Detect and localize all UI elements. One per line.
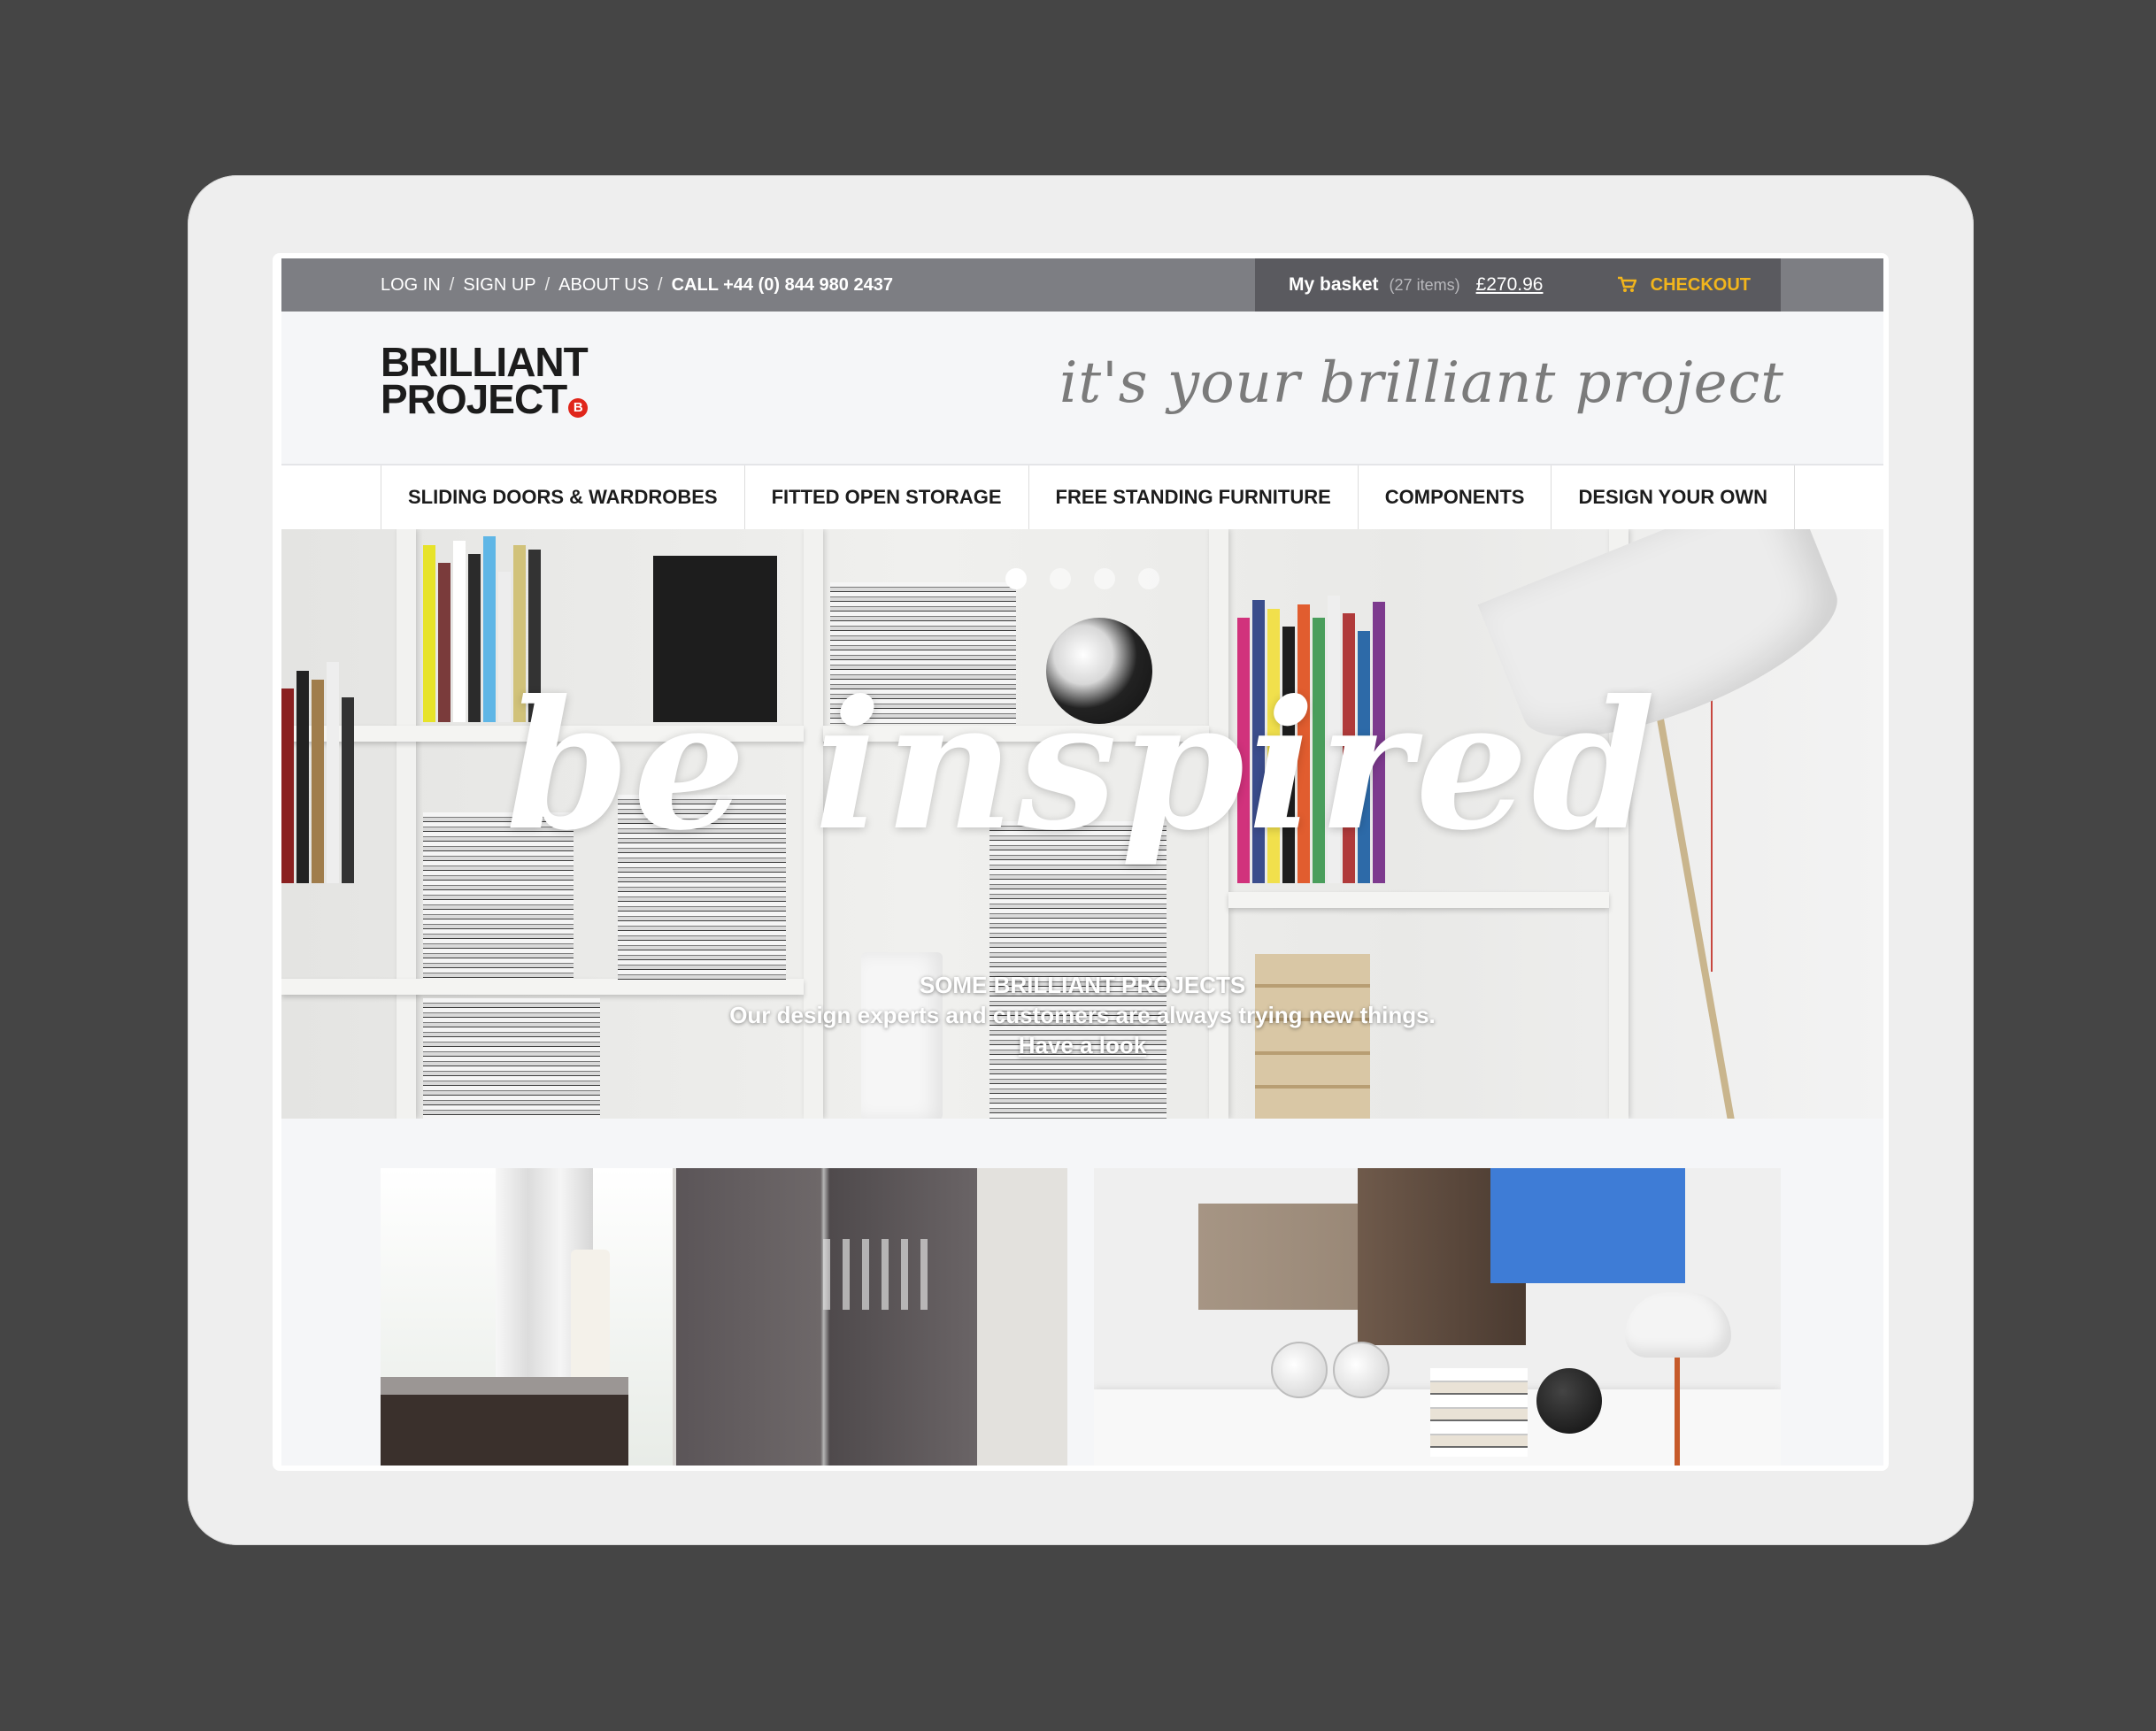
logo-badge-icon: B	[568, 398, 589, 418]
web-page: LOG IN / SIGN UP / ABOUT US / CALL +44 (…	[281, 258, 1883, 1466]
hero-caption: SOME BRILLIANT PROJECTS Our design exper…	[281, 970, 1883, 1060]
carousel-dot-4[interactable]	[1138, 568, 1159, 589]
checkout-label: CHECKOUT	[1650, 274, 1751, 295]
separator: /	[449, 274, 455, 295]
site-header: BRILLIANT PROJECT B it's your brilliant p…	[281, 312, 1883, 465]
logo-line-1: BRILLIANT	[381, 339, 589, 385]
nav-item-components[interactable]: COMPONENTS	[1359, 465, 1552, 529]
nav-item-sliding-doors[interactable]: SLIDING DOORS & WARDROBES	[381, 465, 745, 529]
basket-panel: My basket (27 items) £270.96 CHECKOUT	[1255, 258, 1781, 312]
hero-heading: SOME BRILLIANT PROJECTS	[919, 972, 1246, 998]
top-links: LOG IN / SIGN UP / ABOUT US / CALL +44 (…	[381, 258, 893, 312]
carousel-dots	[1005, 568, 1159, 589]
nav-item-design-your-own[interactable]: DESIGN YOUR OWN	[1552, 465, 1795, 529]
tablet-frame: LOG IN / SIGN UP / ABOUT US / CALL +44 (…	[188, 175, 1974, 1545]
tablet-screen: LOG IN / SIGN UP / ABOUT US / CALL +44 (…	[273, 253, 1889, 1471]
carousel-dot-2[interactable]	[1050, 568, 1071, 589]
top-bar: LOG IN / SIGN UP / ABOUT US / CALL +44 (…	[281, 258, 1883, 312]
basket-label[interactable]: My basket	[1289, 274, 1379, 296]
basket-total-link[interactable]: £270.96	[1476, 274, 1544, 296]
have-a-look-link[interactable]: Have a look	[1019, 1032, 1147, 1058]
tagline: it's your brilliant project	[1059, 350, 1784, 416]
site-logo[interactable]: BRILLIANT PROJECT B	[381, 339, 589, 419]
signup-link[interactable]: SIGN UP	[463, 275, 535, 296]
basket-item-count: (27 items)	[1389, 275, 1460, 294]
cart-icon	[1617, 276, 1636, 292]
about-us-link[interactable]: ABOUT US	[558, 275, 649, 296]
storage-tile[interactable]	[1094, 1168, 1781, 1466]
carousel-dot-1[interactable]	[1005, 568, 1027, 589]
separator: /	[544, 274, 551, 295]
hero-banner[interactable]: be inspired SOME BRILLIANT PROJECTS Our …	[281, 529, 1883, 1119]
logo-line-2: PROJECT	[381, 376, 567, 422]
carousel-dot-3[interactable]	[1094, 568, 1115, 589]
call-link[interactable]: CALL +44 (0) 844 980 2437	[672, 275, 893, 296]
nav-item-free-standing-furniture[interactable]: FREE STANDING FURNITURE	[1029, 465, 1359, 529]
nav-list: SLIDING DOORS & WARDROBES FITTED OPEN ST…	[381, 465, 1795, 529]
checkout-button[interactable]: CHECKOUT	[1617, 258, 1751, 312]
wardrobe-tile[interactable]	[381, 1168, 1067, 1466]
hero-subtext: Our design experts and customers are alw…	[729, 1002, 1436, 1028]
nav-item-fitted-open-storage[interactable]: FITTED OPEN STORAGE	[745, 465, 1029, 529]
hero-script-title: be inspired	[505, 662, 1659, 870]
login-link[interactable]: LOG IN	[381, 275, 441, 296]
main-nav: SLIDING DOORS & WARDROBES FITTED OPEN ST…	[281, 465, 1883, 529]
separator: /	[658, 274, 663, 295]
